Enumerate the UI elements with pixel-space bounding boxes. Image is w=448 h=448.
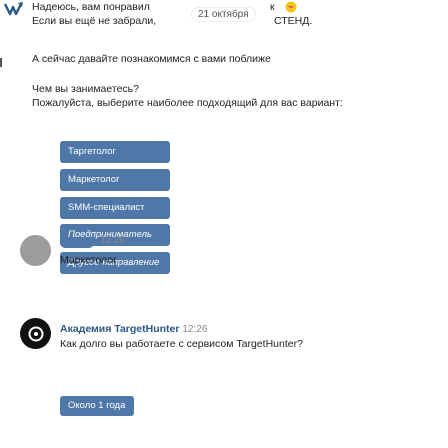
top-message-line-2: Если вы ещё не забрали, [32,14,156,28]
bot-header: Академия TargetHunter 12:26 [60,322,207,337]
question-line-2: Пожалуйста, выберите наиболее подходящий… [32,97,343,109]
question-line-1: Чем вы занимаетесь? [32,83,139,95]
date-separator: 21 октября [192,8,255,21]
user-name-redacted[interactable] [60,237,94,248]
option-marketolog-button[interactable]: Маркетолог [60,169,170,191]
heart-emoji-icon [285,1,297,13]
top-line-2-tail: СТЕНД. [274,15,313,27]
user-reply-text: Маркетолог [60,254,117,266]
logo-icon [4,2,23,16]
targethunter-avatar-icon[interactable] [20,318,51,349]
top-message-line-1: Надеюсь, вам понравил [32,0,150,14]
answer-one-year-button[interactable]: Около 1 года [60,396,134,416]
bot-author[interactable]: Академия TargetHunter [60,323,179,335]
bot-reply-time: 12:26 [182,324,208,335]
user-reply-time: 12:26 [100,235,126,246]
bot-reply-text: Как долго вы работаете с сервисом Target… [60,338,303,350]
top-line-1-tail: к [270,1,275,13]
option-smm-button[interactable]: SMM-специалист [60,197,170,219]
top-line-1-text: Надеюсь, вам понравил [32,1,150,13]
option-targetolog-button[interactable]: Таргетолог [60,141,170,163]
user-avatar[interactable] [20,235,51,266]
top-line-2-text: Если вы ещё не забрали, [32,15,157,27]
scroll-edge-marker [0,58,2,67]
targethunter-logo-icon [28,326,43,341]
intro-text: А сейчас давайте познакомимся с вами поб… [32,53,271,65]
